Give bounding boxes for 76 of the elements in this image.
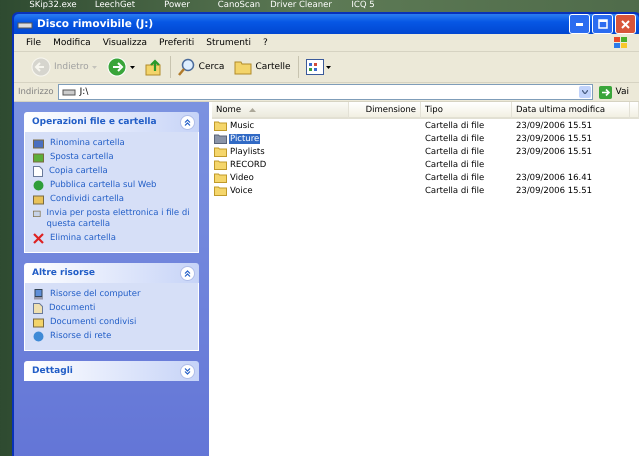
table-cell-text: Cartella di file [424, 184, 486, 197]
close-icon [621, 20, 630, 28]
dropdown-arrow-icon [92, 66, 97, 68]
desktop-icon-label[interactable]: LeechGet [84, 0, 146, 10]
menu-item[interactable]: Strumenti [200, 38, 257, 48]
desktop-icon-label[interactable]: Driver Cleaner [270, 0, 332, 10]
table-cell-text: Cartella di file [424, 146, 486, 158]
task-link[interactable]: Pubblica cartella sul Web [33, 180, 190, 191]
task-link[interactable]: Sposta cartella [33, 152, 190, 163]
desktop-icon-label[interactable]: Power [146, 0, 208, 10]
table-cell-text: 23/09/2006 15.51 [515, 120, 594, 132]
table-cell-text: 23/09/2006 15.51 [515, 132, 594, 145]
table-cell-text: 23/09/2006 15.51 [515, 146, 594, 158]
go-button[interactable]: Vai [596, 86, 635, 98]
expand-chevron-icon [184, 368, 191, 374]
menu-item[interactable]: Visualizza [96, 38, 154, 48]
minimize-button[interactable] [569, 14, 590, 34]
column-header[interactable]: Nome [212, 102, 349, 119]
table-cell-text: Cartella di file [424, 132, 486, 145]
sort-arrow-icon [249, 108, 256, 112]
search-button[interactable]: Cerca [174, 54, 228, 80]
panel-header[interactable]: Operazioni file e cartella [24, 112, 199, 132]
file-name[interactable]: Picture [229, 134, 260, 144]
panel-header[interactable]: Altre risorse [24, 263, 199, 283]
desktop-icon-label[interactable]: CanoScan [208, 0, 270, 10]
table-cell-text: Cartella di file [424, 158, 486, 171]
task-link[interactable]: Copia cartella [33, 166, 190, 177]
views-icon [306, 59, 332, 75]
panel-header[interactable]: Dettagli [24, 361, 199, 381]
task-link[interactable]: Documenti [33, 303, 190, 314]
menu-item[interactable]: Preferiti [153, 38, 200, 48]
file-name[interactable]: Playlists [229, 146, 266, 156]
folder-up-icon [144, 58, 163, 76]
collapse-chevron-icon [184, 118, 191, 126]
computer-icon [33, 289, 44, 300]
x-icon [33, 233, 44, 244]
maximize-button[interactable] [592, 14, 613, 34]
task-link[interactable]: Risorse del computer [33, 289, 190, 300]
file-name[interactable]: Video [229, 172, 255, 182]
address-field[interactable]: J:\ [58, 84, 593, 100]
desktop-icon-label[interactable]: SKip32.exe [22, 0, 84, 10]
file-name[interactable]: RECORD [229, 160, 268, 170]
dropdown-arrow-icon [130, 66, 135, 68]
column-header[interactable]: Dimensione [349, 102, 421, 119]
task-link[interactable]: Rinomina cartella [33, 138, 190, 149]
table-cell-text: 23/09/2006 15.51 [515, 184, 594, 197]
menu-item[interactable]: ? [256, 38, 274, 48]
task-link[interactable]: Elimina cartella [33, 233, 190, 244]
drive-icon [62, 88, 76, 96]
window-title: Disco rimovibile (J:) [37, 18, 154, 30]
minimize-icon [576, 22, 583, 26]
close-button[interactable] [615, 14, 636, 34]
table-cell-text: 23/09/2006 16.41 [515, 172, 594, 184]
file-name[interactable]: Music [229, 120, 256, 130]
table-cell-text: Cartella di file [424, 120, 486, 132]
folders-button[interactable]: Cartelle [231, 54, 294, 80]
task-link[interactable]: Documenti condivisi [33, 317, 190, 328]
task-link[interactable]: Risorse di rete [33, 331, 190, 342]
menu-item[interactable]: File [20, 38, 48, 48]
maximize-icon [598, 19, 608, 29]
task-link[interactable]: Invia per posta elettronica i file di questa cartella [33, 208, 190, 230]
menu-item[interactable]: Modifica [47, 38, 97, 48]
column-header[interactable]: Tipo [421, 102, 512, 119]
windows-flag-icon [613, 36, 629, 50]
dropdown-button[interactable] [578, 86, 591, 98]
document-icon [33, 166, 43, 177]
document-icon [33, 303, 43, 314]
task-link[interactable]: Condividi cartella [33, 194, 190, 205]
column-header[interactable]: Data ultima modifica [512, 102, 630, 119]
table-cell-text: Cartella di file [424, 172, 486, 184]
arrow-icon [598, 86, 612, 98]
magnifier-icon [178, 58, 196, 76]
desktop-icon-label[interactable]: ICQ 5 [332, 0, 394, 10]
address-label: Indirizzo [18, 87, 54, 97]
file-name[interactable]: Voice [229, 186, 254, 196]
collapse-chevron-icon [184, 270, 191, 276]
